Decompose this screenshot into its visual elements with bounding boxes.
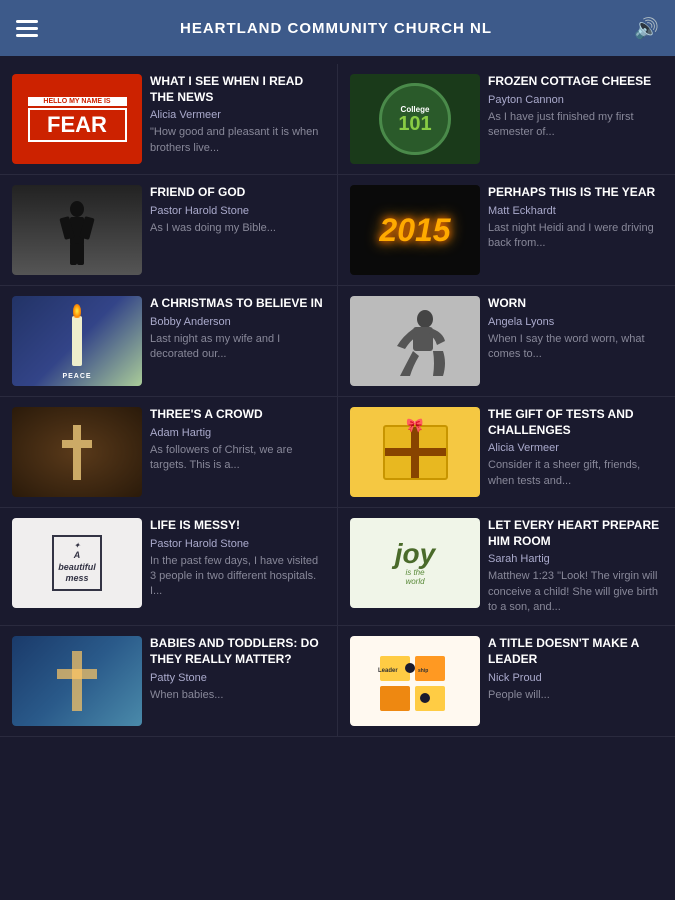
article-excerpt: As I was doing my Bible... <box>150 221 325 236</box>
menu-button[interactable] <box>16 20 38 37</box>
article-excerpt: People will... <box>488 688 663 703</box>
list-item[interactable]: BABIES AND TODDLERS: DO THEY REALLY MATT… <box>0 626 338 736</box>
header-title: HEARTLAND COMMUNITY CHURCH NL <box>38 20 634 37</box>
list-item[interactable]: joy is the world LET EVERY HEART PREPARE… <box>338 508 675 625</box>
article-excerpt: As I have just finished my first semeste… <box>488 110 663 141</box>
article-thumbnail <box>12 407 142 497</box>
svg-text:ship: ship <box>418 668 428 674</box>
article-title: LET EVERY HEART PREPARE HIM ROOM <box>488 518 663 549</box>
list-item[interactable]: 2015 PERHAPS THIS IS THE YEAR Matt Eckha… <box>338 175 675 285</box>
list-item[interactable]: Leader ship A TITLE DOESN'T MAKE A LEADE… <box>338 626 675 736</box>
article-author: Bobby Anderson <box>150 316 325 328</box>
list-item[interactable]: HELLO MY NAME IS FEAR WHAT I SEE WHEN I … <box>0 64 338 174</box>
article-info: A CHRISTMAS TO BELIEVE IN Bobby Anderson… <box>150 296 325 362</box>
article-author: Matt Eckhardt <box>488 205 663 217</box>
list-item[interactable]: ✦ Abeautifulmess LIFE IS MESSY! Pastor H… <box>0 508 338 625</box>
list-item[interactable]: FRIEND OF GOD Pastor Harold Stone As I w… <box>0 175 338 285</box>
article-info: A TITLE DOESN'T MAKE A LEADER Nick Proud… <box>488 636 663 703</box>
article-row-pair-1: HELLO MY NAME IS FEAR WHAT I SEE WHEN I … <box>0 64 675 175</box>
article-title: A CHRISTMAS TO BELIEVE IN <box>150 296 325 312</box>
article-info: BABIES AND TODDLERS: DO THEY REALLY MATT… <box>150 636 325 703</box>
article-author: Pastor Harold Stone <box>150 538 325 550</box>
article-excerpt: "How good and pleasant it is when brothe… <box>150 125 325 156</box>
article-title: WORN <box>488 296 663 312</box>
app-header: HEARTLAND COMMUNITY CHURCH NL 🔊 <box>0 0 675 56</box>
article-author: Nick Proud <box>488 672 663 684</box>
article-row-pair-2: FRIEND OF GOD Pastor Harold Stone As I w… <box>0 175 675 286</box>
article-thumbnail: 🎀 <box>350 407 480 497</box>
article-excerpt: Consider it a sheer gift, friends, when … <box>488 458 663 489</box>
article-thumbnail <box>12 636 142 726</box>
article-title: WHAT I SEE WHEN I READ THE NEWS <box>150 74 325 105</box>
article-thumbnail: ✦ Abeautifulmess <box>12 518 142 608</box>
article-thumbnail: 2015 <box>350 185 480 275</box>
article-title: LIFE IS MESSY! <box>150 518 325 534</box>
article-info: FRIEND OF GOD Pastor Harold Stone As I w… <box>150 185 325 236</box>
article-info: WORN Angela Lyons When I say the word wo… <box>488 296 663 362</box>
article-author: Alicia Vermeer <box>488 442 663 454</box>
article-row-pair-4: THREE'S A CROWD Adam Hartig As followers… <box>0 397 675 508</box>
article-info: THREE'S A CROWD Adam Hartig As followers… <box>150 407 325 473</box>
article-info: FROZEN COTTAGE CHEESE Payton Cannon As I… <box>488 74 663 140</box>
list-item[interactable]: WORN Angela Lyons When I say the word wo… <box>338 286 675 396</box>
list-item[interactable]: THREE'S A CROWD Adam Hartig As followers… <box>0 397 338 507</box>
article-author: Adam Hartig <box>150 427 325 439</box>
article-thumbnail: HELLO MY NAME IS FEAR <box>12 74 142 164</box>
list-item[interactable]: College 101 FROZEN COTTAGE CHEESE Payton… <box>338 64 675 174</box>
article-row-pair-3: PEACE A CHRISTMAS TO BELIEVE IN Bobby An… <box>0 286 675 397</box>
article-title: A TITLE DOESN'T MAKE A LEADER <box>488 636 663 667</box>
article-thumbnail: joy is the world <box>350 518 480 608</box>
article-info: PERHAPS THIS IS THE YEAR Matt Eckhardt L… <box>488 185 663 251</box>
article-author: Angela Lyons <box>488 316 663 328</box>
list-item[interactable]: 🎀 THE GIFT OF TESTS AND CHALLENGES Alici… <box>338 397 675 507</box>
svg-text:Leader: Leader <box>378 668 398 674</box>
article-info: LIFE IS MESSY! Pastor Harold Stone In th… <box>150 518 325 600</box>
article-thumbnail <box>12 185 142 275</box>
article-excerpt: As followers of Christ, we are targets. … <box>150 443 325 474</box>
article-thumbnail: College 101 <box>350 74 480 164</box>
article-excerpt: When I say the word worn, what comes to.… <box>488 332 663 363</box>
article-excerpt: Last night Heidi and I were driving back… <box>488 221 663 252</box>
article-row-pair-5: ✦ Abeautifulmess LIFE IS MESSY! Pastor H… <box>0 508 675 626</box>
article-thumbnail <box>350 296 480 386</box>
puzzle-icon: Leader ship <box>370 646 460 716</box>
article-title: THREE'S A CROWD <box>150 407 325 423</box>
article-excerpt: When babies... <box>150 688 325 703</box>
article-title: THE GIFT OF TESTS AND CHALLENGES <box>488 407 663 438</box>
article-list: HELLO MY NAME IS FEAR WHAT I SEE WHEN I … <box>0 56 675 745</box>
article-title: BABIES AND TODDLERS: DO THEY REALLY MATT… <box>150 636 325 667</box>
article-thumbnail: Leader ship <box>350 636 480 726</box>
article-author: Sarah Hartig <box>488 553 663 565</box>
article-author: Pastor Harold Stone <box>150 205 325 217</box>
article-title: PERHAPS THIS IS THE YEAR <box>488 185 663 201</box>
article-row-pair-6: BABIES AND TODDLERS: DO THEY REALLY MATT… <box>0 626 675 737</box>
article-thumbnail: PEACE <box>12 296 142 386</box>
article-author: Patty Stone <box>150 672 325 684</box>
article-info: LET EVERY HEART PREPARE HIM ROOM Sarah H… <box>488 518 663 615</box>
article-author: Payton Cannon <box>488 94 663 106</box>
silhouette-icon <box>57 201 97 271</box>
article-excerpt: Last night as my wife and I decorated ou… <box>150 332 325 363</box>
article-excerpt: In the past few days, I have visited 3 p… <box>150 554 325 600</box>
article-info: WHAT I SEE WHEN I READ THE NEWS Alicia V… <box>150 74 325 156</box>
article-excerpt: Matthew 1:23 "Look! The virgin will conc… <box>488 569 663 615</box>
article-info: THE GIFT OF TESTS AND CHALLENGES Alicia … <box>488 407 663 489</box>
article-title: FROZEN COTTAGE CHEESE <box>488 74 663 90</box>
list-item[interactable]: PEACE A CHRISTMAS TO BELIEVE IN Bobby An… <box>0 286 338 396</box>
article-author: Alicia Vermeer <box>150 109 325 121</box>
speaker-icon[interactable]: 🔊 <box>634 16 659 41</box>
worn-person-icon <box>375 301 455 381</box>
article-title: FRIEND OF GOD <box>150 185 325 201</box>
